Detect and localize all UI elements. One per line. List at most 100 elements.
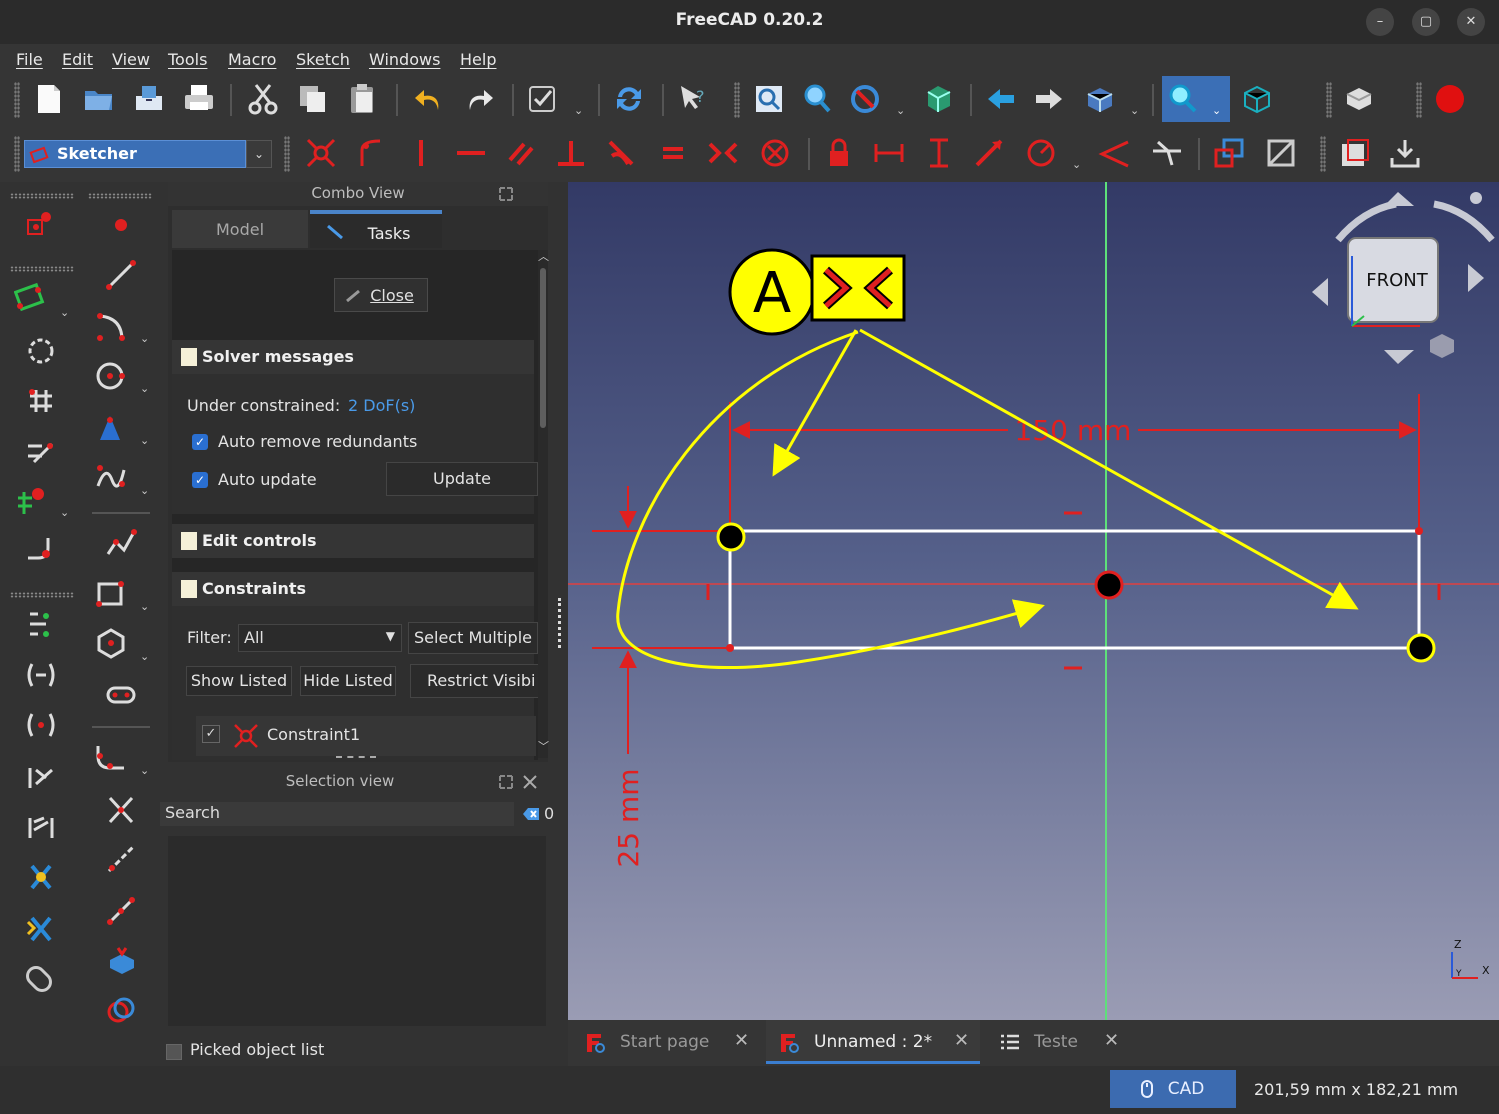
chevron-down-icon[interactable]: ⌄ [1072,158,1082,171]
chevron-down-icon[interactable]: ⌄ [60,506,70,519]
clear-search-icon[interactable] [522,806,540,822]
chevron-down-icon[interactable]: ⌄ [896,104,906,117]
external-geometry-icon[interactable] [24,384,58,418]
menu-sketch[interactable]: Sketch [296,50,350,69]
zoom-icon[interactable] [1166,82,1200,116]
dof-link[interactable]: 2 DoF(s) [348,396,415,415]
close-tab-icon[interactable]: ✕ [1104,1030,1119,1051]
split-icon[interactable] [104,894,138,928]
maximize-button[interactable]: ▢ [1412,8,1440,36]
toolbar-grip[interactable] [1416,82,1422,118]
fillet-icon[interactable] [94,740,128,774]
redo-icon[interactable] [462,82,496,116]
menu-windows[interactable]: Windows [369,50,440,69]
show-listed-button[interactable]: Show Listed [186,666,292,696]
panel-splitter[interactable] [558,598,562,648]
navcube-view-menu-icon[interactable] [1430,334,1454,358]
navigation-style-button[interactable]: CAD [1110,1070,1236,1108]
task-scrollbar[interactable]: ︿ ﹀ [538,248,549,758]
selected-point-top-left[interactable] [716,522,746,552]
open-folder-icon[interactable] [82,82,116,116]
paste-icon[interactable] [346,82,380,116]
menu-tools[interactable]: Tools [168,50,207,69]
auto-update-checkbox[interactable]: ✓ [192,472,208,488]
bounding-box-icon[interactable] [922,82,956,116]
constraint-list-item[interactable]: ✓ Constraint1 [196,716,536,756]
toggle-active-icon[interactable] [1264,136,1298,170]
close-icon[interactable] [522,774,538,790]
construction-geometry-icon[interactable] [24,334,58,368]
chevron-down-icon[interactable]: ⌄ [140,600,150,613]
cut-icon[interactable] [246,82,280,116]
undo-icon[interactable] [412,82,446,116]
picked-object-checkbox[interactable] [166,1044,182,1060]
constrain-distance-icon[interactable] [972,136,1006,170]
menu-file[interactable]: File [16,50,43,69]
palette-grip[interactable] [10,592,74,598]
sketch-canvas[interactable]: 150 mm 25 mm A FRONT Z X Y [568,182,1499,1020]
constrain-perpendicular-icon[interactable] [554,136,588,170]
dim-vertical-label[interactable]: 25 mm [612,768,645,867]
scroll-up-icon[interactable]: ︿ [538,248,549,264]
constrain-parallel-icon[interactable] [504,136,538,170]
tab-unnamed[interactable]: Unnamed : 2* ✕ [766,1020,980,1064]
menu-view[interactable]: View [112,50,150,69]
filter-select[interactable]: All ▼ [238,624,402,652]
dim-horizontal-label[interactable]: 150 mm [1015,414,1132,447]
workbench-dropdown[interactable]: ⌄ [246,140,272,168]
toolbar-grip[interactable] [1326,82,1332,118]
workbench-selector[interactable]: Sketcher [24,140,246,168]
tab-teste[interactable]: Teste ✕ [984,1020,1134,1064]
select-conflicting-icon[interactable] [24,608,58,642]
tab-tasks[interactable]: Tasks [310,210,442,248]
hide-listed-button[interactable]: Hide Listed [300,666,396,696]
toolbar-grip[interactable] [284,136,290,172]
sketch-rectangle[interactable] [728,529,1421,650]
toolbar-grip[interactable] [14,82,20,118]
split-edge-icon[interactable] [24,532,58,566]
chevron-down-icon[interactable]: ⌄ [140,484,150,497]
navigation-cube[interactable]: FRONT [1312,192,1495,364]
back-arrow-icon[interactable] [984,82,1018,116]
select-origin-icon[interactable] [24,658,58,692]
sketch-select-icon[interactable] [14,282,48,316]
palette-grip[interactable] [10,266,74,272]
circle-icon[interactable] [94,358,128,392]
select-elements-icon[interactable] [24,912,58,946]
close-window-button[interactable]: ✕ [1457,8,1485,36]
chevron-down-icon[interactable]: ⌄ [140,764,150,777]
constrain-coincident-icon[interactable] [304,136,338,170]
rotate-right-arrow[interactable] [1433,200,1495,243]
std-views-icon[interactable] [1082,82,1116,116]
chevron-down-icon[interactable]: ⌄ [140,650,150,663]
scroll-down-icon[interactable]: ﹀ [538,738,549,754]
nav-up-arrow[interactable] [1384,192,1414,206]
vertex-point[interactable] [1415,527,1423,535]
zoom-tool-active[interactable]: ⌄ [1162,76,1230,122]
constrain-vertical-distance-icon[interactable] [922,136,956,170]
auto-remove-checkbox[interactable]: ✓ [192,434,208,450]
leave-sketch-icon[interactable] [1388,136,1422,170]
part-icon[interactable] [1342,82,1376,116]
whats-this-icon[interactable]: ? [676,82,710,116]
palette-grip[interactable] [10,193,74,199]
conic-icon[interactable] [94,410,128,444]
isometric-cube-icon[interactable] [1240,82,1274,116]
carbon-copy-geometry-icon[interactable] [104,994,138,1028]
vertex-point[interactable] [726,644,734,652]
constrain-radius-icon[interactable] [1024,136,1058,170]
carbon-copy-icon[interactable] [24,434,58,468]
constrain-point-on-object-icon[interactable] [354,136,388,170]
constraint-visibility-checkbox[interactable]: ✓ [202,725,220,743]
selection-list[interactable] [168,836,546,1026]
nav-right-arrow[interactable] [1468,264,1484,292]
origin-point[interactable] [1094,570,1124,600]
chevron-down-icon[interactable]: ⌄ [1212,104,1222,117]
tab-start-page[interactable]: Start page ✕ [568,1020,762,1064]
arc-icon[interactable] [94,308,128,342]
fit-selection-icon[interactable] [800,82,834,116]
splitter-handle[interactable] [336,756,376,760]
polyline-icon[interactable] [104,526,138,560]
restrict-visibility-button[interactable]: Restrict Visibi [410,664,538,698]
external-icon[interactable] [104,944,138,978]
